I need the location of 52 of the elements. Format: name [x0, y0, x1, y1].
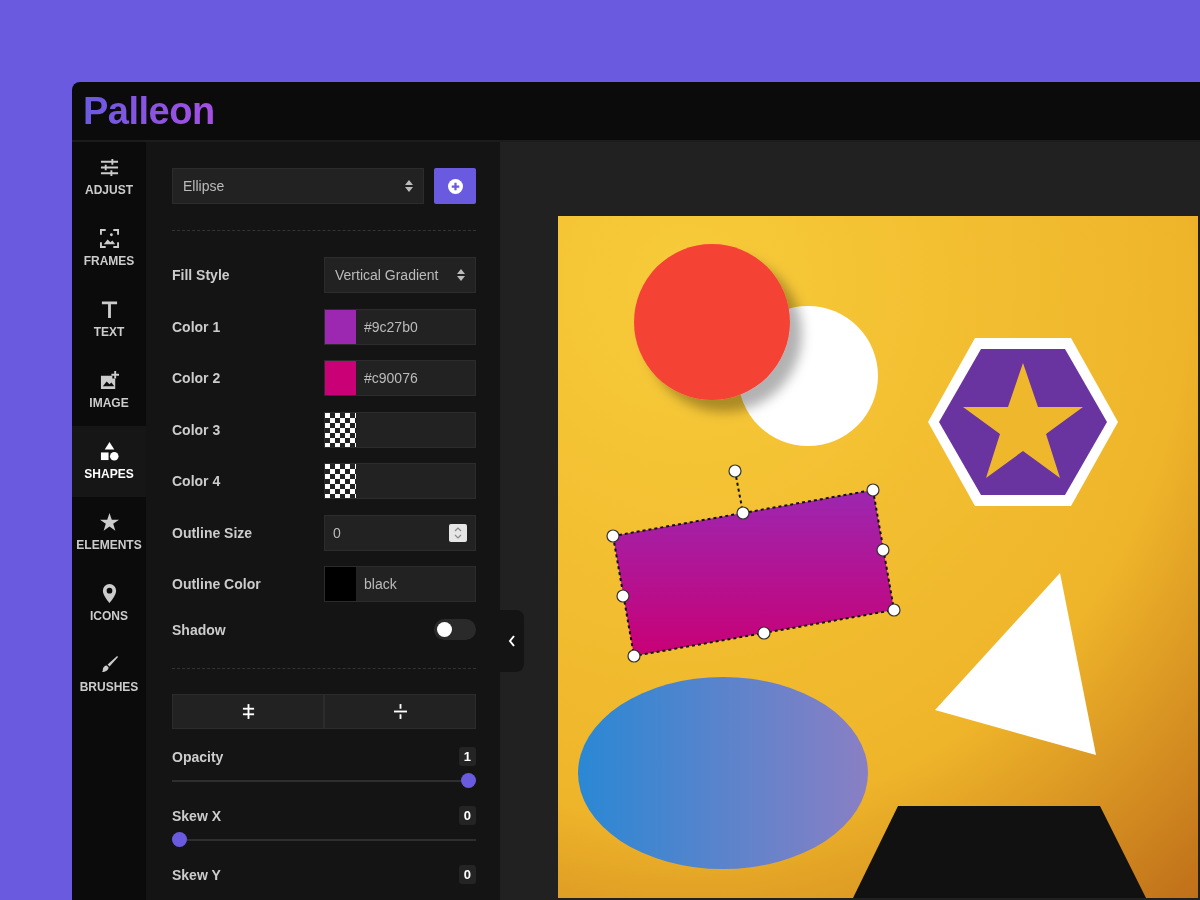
brush-icon	[99, 655, 119, 674]
shape-select[interactable]: Ellipse	[172, 168, 424, 204]
sidebar-item[interactable]: TEXT	[72, 284, 146, 355]
field-label: Fill Style	[172, 267, 230, 283]
sidebar-item[interactable]: ADJUST	[72, 142, 146, 213]
slider-label: Skew Y	[172, 866, 221, 883]
field-label: Color 2	[172, 370, 221, 386]
plus-circle-icon	[447, 178, 463, 194]
text-icon	[99, 300, 119, 319]
slider-label: Opacity	[172, 748, 224, 765]
field-label: Outline Size	[172, 524, 253, 541]
color-field[interactable]: #c90076	[324, 360, 476, 396]
shadow-toggle[interactable]	[434, 619, 476, 640]
chevron-left-icon	[508, 635, 516, 647]
field-label: Shadow	[172, 621, 226, 638]
updown-icon	[405, 180, 413, 192]
slider-value: 0	[458, 865, 476, 884]
field-label: Color 1	[172, 318, 221, 335]
color-field[interactable]	[324, 463, 476, 499]
add-shape-button[interactable]	[434, 168, 476, 204]
slider-value: 1	[458, 747, 476, 766]
number-field[interactable]: 0	[324, 514, 476, 551]
transparent-swatch	[325, 464, 356, 498]
sliders-icon	[99, 158, 119, 177]
fill-style-select[interactable]: Vertical Gradient	[324, 257, 476, 293]
field-label: Color 4	[172, 473, 221, 489]
slider-label: Skew X	[172, 807, 222, 824]
image-add-icon	[99, 371, 119, 390]
field-label: Color 3	[172, 421, 221, 438]
transparent-swatch	[325, 412, 356, 447]
updown-icon	[457, 269, 465, 281]
spinner-icon	[449, 523, 467, 542]
sidebar-item[interactable]: ICONS	[72, 568, 146, 639]
slider-thumb[interactable]	[172, 832, 187, 847]
color-field[interactable]: black	[324, 566, 476, 602]
slider-thumb[interactable]	[461, 773, 476, 788]
sidebar-item[interactable]: ELEMENTS	[72, 497, 146, 568]
color-field[interactable]: #9c27b0	[324, 308, 476, 345]
sidebar-item[interactable]: FRAMES	[72, 213, 146, 284]
collapse-panel-button[interactable]	[500, 610, 524, 672]
color-field[interactable]	[324, 411, 476, 448]
star-icon	[99, 513, 119, 532]
frame-icon	[99, 229, 119, 248]
slider-value: 0	[458, 806, 476, 825]
canvas-drawing[interactable]	[558, 216, 1198, 898]
sidebar-item[interactable]: SHAPES	[72, 426, 146, 497]
sidebar-item[interactable]: BRUSHES	[72, 639, 146, 710]
sidebar-item[interactable]: IMAGE	[72, 355, 146, 426]
align-center-icon	[241, 704, 255, 719]
distribute-icon	[393, 704, 407, 719]
field-label: Outline Color	[172, 576, 261, 592]
shapes-icon	[99, 442, 119, 461]
